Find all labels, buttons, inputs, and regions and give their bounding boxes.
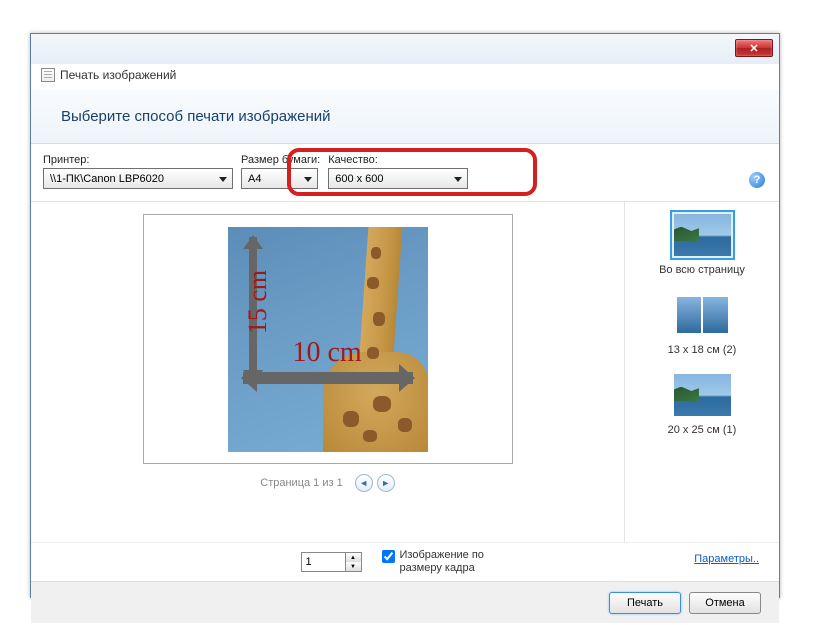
dimension-horizontal: 10 cm (243, 357, 413, 397)
preview-image: 15 cm 10 cm (228, 227, 428, 452)
layout-list[interactable]: Во всю страницу 13 x 18 см (2) 20 x 25 с… (624, 202, 779, 542)
layout-13x18[interactable]: 13 x 18 см (2) (635, 290, 769, 356)
quality-label: Качество: (328, 154, 468, 166)
paper-label: Размер бумаги: (241, 154, 320, 166)
dimension-vertical-text: 15 cm (243, 269, 273, 333)
copies-spinner[interactable]: ▲ ▼ (301, 552, 362, 572)
window-title: Печать изображений (60, 68, 176, 82)
printer-combo[interactable]: \\1-ПК\Canon LBP6020 (43, 168, 233, 189)
copies-up-button[interactable]: ▲ (346, 553, 361, 562)
help-icon[interactable]: ? (749, 172, 765, 188)
titlebar: ✕ (31, 34, 779, 64)
fit-checkbox-label: Изображение по размеру кадра (400, 549, 510, 575)
pager-text: Страница 1 из 1 (260, 477, 342, 489)
dialog-footer: Печать Отмена (31, 581, 779, 623)
preview-page: 15 cm 10 cm (143, 214, 513, 464)
layout-full-page[interactable]: Во всю страницу (635, 210, 769, 276)
paper-size-combo[interactable]: A4 (241, 168, 318, 189)
fit-to-frame-checkbox[interactable]: Изображение по размеру кадра (382, 549, 510, 575)
print-dialog: ✕ Печать изображений Выберите способ печ… (30, 33, 780, 598)
layout-label: 20 x 25 см (1) (668, 424, 737, 436)
layout-20x25[interactable]: 20 x 25 см (1) (635, 370, 769, 436)
print-button[interactable]: Печать (609, 592, 681, 614)
pager-prev-button[interactable]: ◄ (355, 474, 373, 492)
preview-pane: 15 cm 10 cm Страница 1 из 1 ◄ ► (31, 202, 624, 542)
parameters-link[interactable]: Параметры.. (694, 553, 759, 565)
copies-down-button[interactable]: ▼ (346, 562, 361, 571)
cancel-button[interactable]: Отмена (689, 592, 761, 614)
printer-icon (41, 68, 55, 82)
layout-label: 13 x 18 см (2) (668, 344, 737, 356)
pager-next-button[interactable]: ► (377, 474, 395, 492)
close-button[interactable]: ✕ (735, 39, 773, 57)
quality-combo[interactable]: 600 x 600 (328, 168, 468, 189)
copies-input[interactable] (301, 552, 346, 572)
page-heading: Выберите способ печати изображений (31, 90, 779, 144)
fit-checkbox-input[interactable] (382, 550, 395, 563)
options-bar: Принтер: \\1-ПК\Canon LBP6020 Размер бум… (31, 144, 779, 202)
content-area: 15 cm 10 cm Страница 1 из 1 ◄ ► (31, 202, 779, 542)
layout-label: Во всю страницу (659, 264, 745, 276)
printer-label: Принтер: (43, 154, 233, 166)
pager: Страница 1 из 1 ◄ ► (260, 474, 394, 492)
bottom-options: ▲ ▼ Изображение по размеру кадра Парамет… (31, 542, 779, 581)
dimension-horizontal-text: 10 cm (293, 337, 362, 369)
window-title-row: Печать изображений (31, 64, 779, 90)
